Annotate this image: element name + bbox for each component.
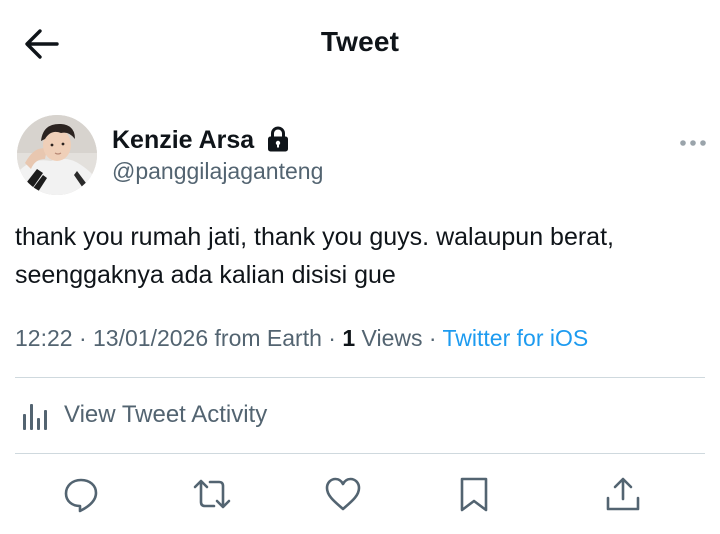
avatar[interactable] (17, 115, 97, 195)
bookmark-icon (460, 477, 488, 512)
like-button[interactable] (323, 474, 363, 514)
view-tweet-activity-button[interactable]: View Tweet Activity (15, 378, 705, 453)
retweet-icon (193, 479, 231, 509)
tweet-text-line: thank you rumah jati, thank you guys. wa… (15, 223, 614, 251)
lock-icon (268, 126, 288, 152)
top-bar: Tweet (0, 0, 720, 90)
tweet-location: from Earth (214, 325, 322, 351)
meta-separator: · (328, 325, 336, 351)
view-tweet-activity-label: View Tweet Activity (64, 401, 268, 428)
tweet-text-line: seenggaknya ada kalian disisi gue (15, 261, 396, 289)
meta-separator: · (428, 325, 437, 351)
profile-photo (17, 115, 97, 195)
views-label: Views (361, 325, 423, 351)
reply-button[interactable] (61, 474, 101, 514)
source-client-link[interactable]: Twitter for iOS (443, 325, 589, 351)
bookmark-button[interactable] (454, 474, 494, 514)
share-icon (606, 477, 640, 511)
retweet-button[interactable] (192, 474, 232, 514)
divider (15, 453, 705, 454)
views-count: 1 (342, 325, 356, 351)
meta-separator: · (78, 325, 87, 351)
tweet-meta: 12:22 · 13/01/2026 from Earth · 1 Views … (15, 325, 705, 352)
share-button[interactable] (603, 474, 643, 514)
tweet-date[interactable]: 13/01/2026 (93, 325, 208, 351)
more-horizontal-icon[interactable] (678, 134, 708, 152)
reply-icon (64, 478, 98, 513)
like-icon (325, 477, 361, 511)
page-title: Tweet (320, 26, 400, 57)
author-name[interactable]: Kenzie Arsa (112, 126, 254, 155)
bar-chart-icon (23, 404, 47, 430)
author-handle[interactable]: @panggilajaganteng (112, 158, 323, 185)
tweet-time[interactable]: 12:22 (15, 325, 73, 351)
tweet-text: thank you rumah jati, thank you guys. wa… (15, 218, 705, 294)
tweet-detail-page: Tweet Kenzie Arsa @panggilajaganteng tha… (0, 0, 720, 534)
